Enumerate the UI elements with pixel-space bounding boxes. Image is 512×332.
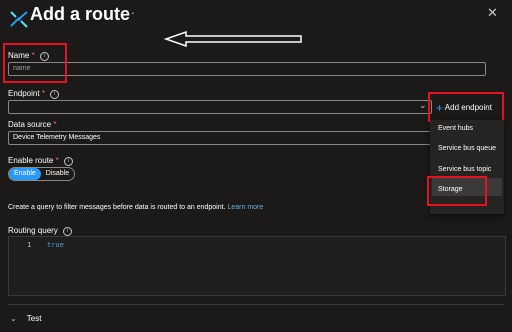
info-icon: i xyxy=(63,227,73,236)
divider xyxy=(8,304,504,305)
toggle-enable[interactable]: Enable xyxy=(9,168,41,180)
test-section-toggle[interactable]: ⌄ Test xyxy=(10,314,41,323)
data-source-label: Data source * xyxy=(8,120,57,129)
query-help-text: Create a query to filter messages before… xyxy=(8,204,264,211)
name-input[interactable]: name xyxy=(8,62,486,76)
page-title: Add a route xyxy=(30,4,131,24)
data-source-select[interactable]: Device Telemetry Messages xyxy=(8,131,432,145)
chevron-down-icon[interactable]: ⌄ xyxy=(419,100,427,111)
learn-more-link[interactable]: Learn more xyxy=(227,204,263,211)
close-icon[interactable]: ✕ xyxy=(487,5,498,21)
enable-route-label: Enable route * i xyxy=(8,156,73,166)
more-options-button[interactable]: ··· xyxy=(120,5,136,20)
route-icon xyxy=(10,11,28,28)
chevron-down-icon: ⌄ xyxy=(10,314,17,323)
menu-item-service-bus-queue[interactable]: Service bus queue xyxy=(438,145,496,152)
menu-item-event-hubs[interactable]: Event hubs xyxy=(438,125,473,132)
endpoint-select[interactable] xyxy=(8,100,432,114)
toggle-disable[interactable]: Disable xyxy=(41,168,74,180)
annotation-arrow-icon xyxy=(164,30,302,48)
enable-route-toggle[interactable]: Enable Disable xyxy=(8,167,76,181)
storage-highlight-box xyxy=(427,176,487,206)
info-icon: i xyxy=(50,90,60,99)
menu-item-service-bus-topic[interactable]: Service bus topic xyxy=(438,166,491,173)
query-code: true xyxy=(47,241,64,249)
name-highlight-box xyxy=(3,43,67,83)
line-number: 1 xyxy=(27,241,32,249)
routing-query-editor[interactable]: 1 true xyxy=(8,236,506,296)
routing-query-label: Routing query i xyxy=(8,226,73,236)
plus-icon: + xyxy=(436,101,444,115)
info-icon: i xyxy=(63,157,73,166)
add-endpoint-button[interactable]: + Add endpoint xyxy=(436,101,492,115)
endpoint-label: Endpoint * i xyxy=(8,89,60,99)
